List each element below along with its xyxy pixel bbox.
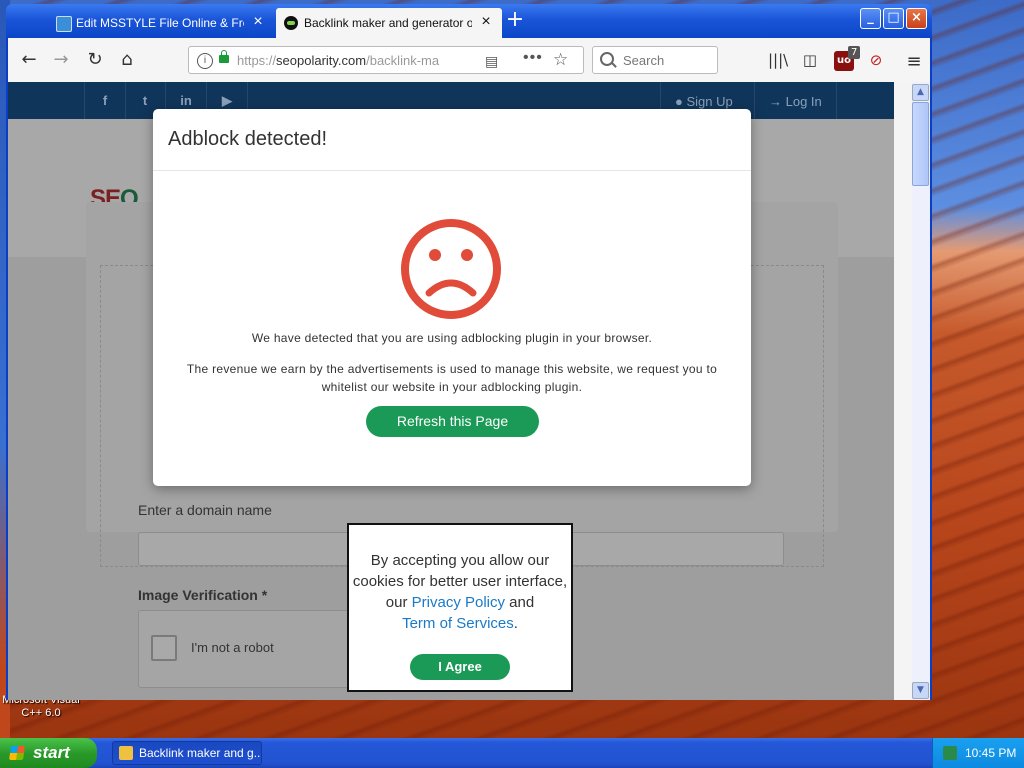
tab-backlink[interactable]: Backlink maker and generator onlin × (276, 8, 502, 38)
forward-button[interactable]: → (48, 47, 74, 73)
search-input[interactable]: Search (592, 46, 718, 74)
info-icon[interactable]: i (197, 53, 213, 69)
terms-link[interactable]: Term of Services (402, 615, 514, 632)
maximize-button[interactable]: □ (883, 8, 904, 29)
cookie-text: By accepting you allow our cookies for b… (352, 552, 568, 632)
bookmark-star-icon[interactable]: ☆ (553, 50, 568, 70)
verification-label: Image Verification * (138, 587, 268, 603)
reader-view-icon[interactable]: ▤ (485, 53, 498, 70)
minimize-button[interactable]: _ (860, 8, 881, 29)
search-icon (600, 52, 614, 66)
tab-title: Edit MSSTYLE File Online & Free - F (76, 16, 244, 30)
tab-close-icon[interactable]: × (250, 14, 266, 30)
recaptcha-label: I'm not a robot (191, 640, 274, 655)
tab-title: Backlink maker and generator onlin (304, 16, 472, 30)
start-button[interactable]: start (0, 738, 97, 768)
page-actions-icon[interactable]: ••• (523, 49, 543, 67)
tab-favicon-icon (56, 16, 72, 32)
close-window-button[interactable]: × (906, 8, 927, 29)
vertical-scrollbar[interactable]: ▲ ▼ (894, 82, 930, 700)
refresh-page-button[interactable]: Refresh this Page (366, 406, 539, 437)
cookie-consent: By accepting you allow our cookies for b… (347, 523, 573, 692)
menu-icon[interactable]: ≡ (904, 51, 924, 72)
recaptcha-checkbox[interactable] (151, 635, 177, 661)
system-tray: 10:45 PM (932, 738, 1024, 768)
home-button[interactable]: ⌂ (114, 47, 140, 73)
facebook-icon[interactable]: f (84, 82, 126, 119)
modal-submessage: The revenue we earn by the advertisement… (186, 362, 718, 394)
reload-button[interactable]: ↻ (82, 47, 108, 73)
login-icon: → (769, 94, 786, 109)
clock[interactable]: 10:45 PM (965, 746, 1016, 760)
scroll-down-arrow-icon[interactable]: ▼ (912, 682, 929, 699)
user-icon: ● (675, 94, 687, 109)
sidebar-icon[interactable]: ◫ (800, 51, 820, 71)
modal-title: Adblock detected! (168, 128, 327, 150)
agree-button[interactable]: I Agree (410, 654, 510, 680)
taskbar-item-browser[interactable]: Backlink maker and g... (112, 741, 262, 765)
scrollbar-thumb[interactable] (912, 102, 929, 186)
lock-icon (219, 50, 229, 63)
browser-task-icon (119, 746, 133, 760)
url-bar[interactable]: i https://seopolarity.com/backlink-ma ▤ … (188, 46, 584, 74)
back-button[interactable]: ← (16, 47, 42, 73)
modal-message: We have detected that you are using adbl… (251, 331, 653, 345)
new-tab-button[interactable]: + (504, 9, 526, 32)
tab-msstyle[interactable]: Edit MSSTYLE File Online & Free - F × (48, 8, 274, 38)
nav-bar: ← → ↻ ⌂ i https://seopolarity.com/backli… (8, 38, 930, 83)
modal-header: Adblock detected! (153, 109, 751, 171)
adblock-modal: Adblock detected! We have detected that … (153, 109, 751, 486)
log-in-link[interactable]: → Log In (754, 82, 837, 119)
tab-favicon-icon (284, 16, 298, 30)
sad-face-icon (401, 219, 501, 319)
url-text[interactable]: https://seopolarity.com/backlink-ma (237, 53, 447, 68)
tray-network-icon[interactable] (943, 746, 957, 760)
taskbar: start Backlink maker and g... 10:45 PM (0, 738, 1024, 768)
block-icon[interactable]: ⊘ (866, 51, 886, 71)
library-icon[interactable]: |||\ (768, 51, 788, 71)
windows-flag-icon (9, 746, 25, 760)
scroll-up-arrow-icon[interactable]: ▲ (912, 84, 929, 101)
search-placeholder: Search (623, 53, 665, 68)
inner-scrollbar-track (894, 82, 912, 700)
ublock-count-badge: 7 (848, 46, 861, 59)
privacy-policy-link[interactable]: Privacy Policy (412, 594, 505, 611)
domain-field-label: Enter a domain name (138, 502, 272, 518)
tab-close-icon[interactable]: × (478, 14, 494, 30)
title-bar: Edit MSSTYLE File Online & Free - F × Ba… (6, 4, 932, 38)
